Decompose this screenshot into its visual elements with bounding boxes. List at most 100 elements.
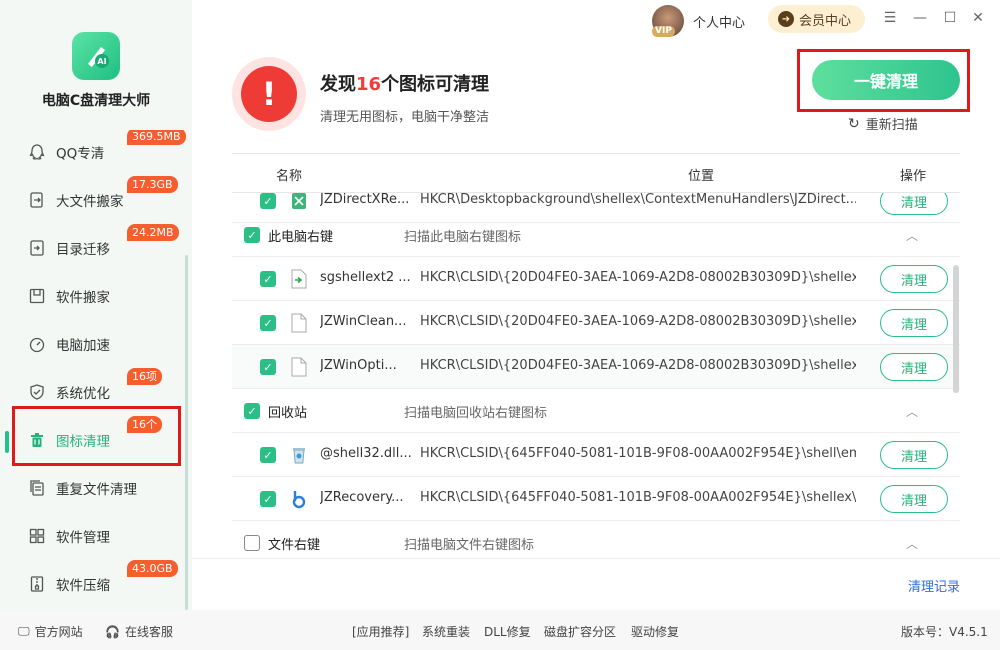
software-move-icon	[26, 285, 48, 307]
sidebar-item-8[interactable]: 重复文件清理	[0, 464, 192, 512]
close-icon[interactable]: ✕	[968, 8, 988, 28]
svg-text:AI: AI	[97, 57, 106, 66]
member-center-button[interactable]: ➜ 会员中心	[768, 5, 865, 33]
group-name: 此电脑右键	[268, 230, 334, 245]
sidebar-item-4[interactable]: 软件搬家	[0, 272, 192, 320]
footer-link-partition[interactable]: 磁盘扩容分区	[544, 623, 616, 640]
group-description: 扫描电脑回收站右键图标	[404, 406, 548, 421]
divider	[192, 558, 1000, 559]
row-checkbox[interactable]	[244, 535, 260, 551]
sidebar-item-label: 目录迁移	[56, 242, 110, 258]
folder-migrate-icon	[26, 237, 48, 259]
qq-icon	[26, 141, 48, 163]
move-file-icon	[26, 189, 48, 211]
app-logo-icon: AI	[72, 32, 120, 80]
item-path: HKCR\CLSID\{20D04FE0-3AEA-1069-A2D8-0800…	[420, 314, 856, 329]
sidebar-item-10[interactable]: 软件压缩 43.0GB	[0, 560, 192, 608]
row-checkbox[interactable]: ✓	[260, 271, 276, 287]
row-checkbox[interactable]: ✓	[260, 359, 276, 375]
footer-link-driver[interactable]: 驱动修复	[631, 623, 679, 640]
group-description: 扫描此电脑右键图标	[404, 230, 522, 245]
clean-button[interactable]: 清理	[880, 193, 948, 215]
file-icon	[290, 312, 308, 334]
clean-button[interactable]: 清理	[880, 353, 948, 381]
page-title: 发现16个图标可清理	[320, 74, 490, 95]
clean-button[interactable]: 清理	[880, 309, 948, 337]
file-icon	[290, 488, 308, 510]
group-name: 文件右键	[268, 538, 321, 553]
item-path: HKCR\CLSID\{645FF040-5081-101B-9F08-00AA…	[420, 490, 856, 505]
sidebar-item-label: 软件压缩	[56, 578, 110, 594]
clean-button[interactable]: 清理	[880, 485, 948, 513]
col-location: 位置	[688, 169, 715, 184]
col-name: 名称	[276, 169, 303, 184]
zip-icon	[26, 573, 48, 595]
sidebar-item-2[interactable]: 大文件搬家 17.3GB	[0, 176, 192, 224]
collapse-chevron-icon[interactable]: ︿	[906, 403, 918, 420]
group-description: 扫描电脑文件右键图标	[404, 538, 535, 553]
sidebar: AI 电脑C盘清理大师 QQ专清 369.5MB 大文件搬家 17.3GB 目录迁移 24…	[0, 0, 192, 610]
personal-center-link[interactable]: 个人中心	[693, 12, 745, 31]
sidebar-badge: 369.5MB	[127, 130, 186, 145]
item-name: JZRecovery...	[320, 490, 404, 505]
app-name: 电脑C盘清理大师	[41, 93, 151, 109]
row-checkbox[interactable]: ✓	[244, 403, 260, 419]
duplicate-file-icon	[26, 477, 48, 499]
sidebar-item-3[interactable]: 目录迁移 24.2MB	[0, 224, 192, 272]
file-icon	[290, 444, 308, 466]
row-checkbox[interactable]: ✓	[260, 315, 276, 331]
sidebar-badge: 16项	[127, 368, 162, 385]
item-name: @shell32.dll...	[320, 446, 412, 461]
row-checkbox[interactable]: ✓	[260, 491, 276, 507]
sidebar-badge: 43.0GB	[127, 560, 178, 577]
speedometer-icon	[26, 333, 48, 355]
sidebar-item-5[interactable]: 电脑加速	[0, 320, 192, 368]
rescan-button[interactable]: ↻ 重新扫描	[848, 114, 918, 134]
footer-link-reinstall[interactable]: 系统重装	[422, 623, 470, 640]
sidebar-item-label: 系统优化	[56, 386, 110, 402]
item-name: JZDirectXRe...	[320, 193, 410, 207]
col-action: 操作	[900, 169, 927, 184]
monitor-icon: 🖵	[18, 624, 30, 638]
file-icon	[290, 193, 308, 212]
menu-icon[interactable]: ☰	[880, 8, 900, 28]
icon-table: ✓ JZDirectXRe... HKCR\Desktopbackground\sh…	[232, 193, 960, 558]
table-scrollbar[interactable]	[953, 265, 959, 393]
group-name: 回收站	[268, 406, 308, 421]
item-path: HKCR\Desktopbackground\shellex\ContextMe…	[420, 193, 856, 207]
footer-link-recommend[interactable]: [应用推荐]	[352, 623, 409, 640]
sidebar-item-1[interactable]: QQ专清 369.5MB	[0, 130, 192, 176]
sidebar-badge: 17.3GB	[127, 176, 178, 193]
clean-button[interactable]: 清理	[880, 265, 948, 293]
maximize-icon[interactable]: ☐	[940, 8, 960, 28]
icon-count: 16	[356, 74, 382, 95]
collapse-chevron-icon[interactable]: ︿	[906, 535, 918, 552]
vip-tag: VIP	[652, 26, 675, 37]
highlight-box-sidebar	[12, 406, 181, 466]
group-row: ✓ 回收站 扫描电脑回收站右键图标 ︿	[232, 389, 960, 433]
apps-grid-icon	[26, 525, 48, 547]
sidebar-badge: 24.2MB	[127, 224, 179, 241]
crown-icon: ➜	[778, 11, 794, 27]
official-website-link[interactable]: 🖵 官方网站	[18, 623, 83, 640]
collapse-chevron-icon[interactable]: ︿	[906, 227, 918, 244]
row-checkbox[interactable]: ✓	[260, 193, 276, 209]
sidebar-scrollbar[interactable]	[185, 255, 188, 610]
row-checkbox[interactable]: ✓	[260, 447, 276, 463]
sidebar-item-label: QQ专清	[56, 146, 105, 162]
item-name: sgshellext2 ...	[320, 270, 411, 285]
footer-link-dll[interactable]: DLL修复	[484, 623, 531, 640]
minimize-icon[interactable]: —	[910, 8, 930, 28]
one-click-clean-button[interactable]: 一键清理	[812, 60, 960, 100]
sidebar-item-label: 大文件搬家	[56, 194, 124, 210]
clean-history-link[interactable]: 清理记录	[908, 576, 960, 595]
group-row: ✓ 此电脑右键 扫描此电脑右键图标 ︿	[232, 213, 960, 257]
online-support-link[interactable]: 🎧 在线客服	[105, 623, 173, 640]
row-checkbox[interactable]: ✓	[244, 227, 260, 243]
alert-icon: !	[241, 66, 297, 122]
item-path: HKCR\CLSID\{20D04FE0-3AEA-1069-A2D8-0800…	[420, 270, 856, 285]
table-row: ✓ @shell32.dll... HKCR\CLSID\{645FF040-508…	[232, 433, 960, 477]
clean-button[interactable]: 清理	[880, 441, 948, 469]
table-row: ✓ JZWinClean... HKCR\CLSID\{20D04FE0-3AEA-…	[232, 301, 960, 345]
sidebar-item-9[interactable]: 软件管理	[0, 512, 192, 560]
